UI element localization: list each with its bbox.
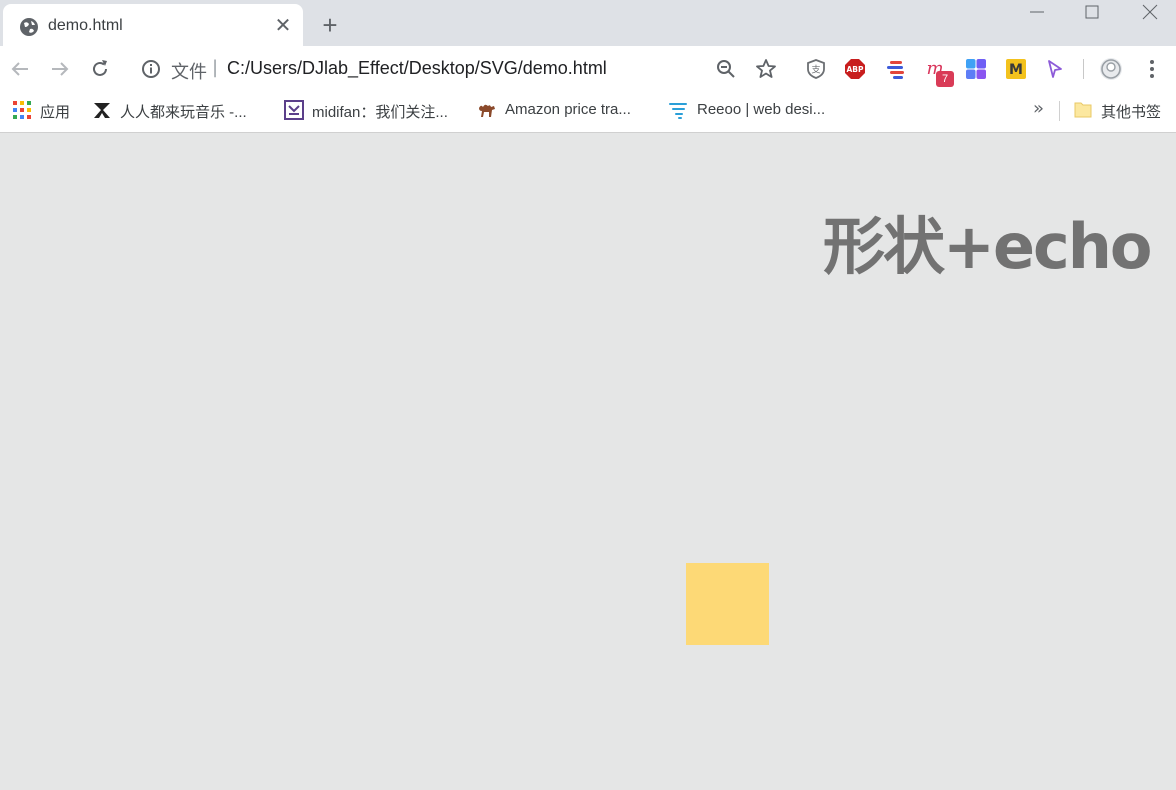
cursor-extension-icon[interactable] [1043,57,1067,81]
bookmark-label: 人人都来玩音乐 -... [120,104,247,121]
lines-extension-icon[interactable] [884,57,908,81]
bookmark-label: 应用 [40,104,71,121]
bookmark-label: midifan：我们关注... [312,104,448,121]
midifan-icon [284,100,304,120]
close-window-button[interactable] [1135,2,1165,22]
camel-icon [479,104,495,117]
bookmark-label: 其他书签 [1101,104,1162,121]
bookmarks-overflow-button[interactable]: » [1033,98,1044,119]
apps-grid-icon [13,101,31,119]
tab-demo[interactable]: demo.html ✕ [3,4,303,46]
reload-icon[interactable] [88,57,112,81]
browser-window: demo.html ✕ + 文件 | C:/Users/DJlab_Effect… [0,0,1176,790]
url-field[interactable]: C:/Users/DJlab_Effect/Desktop/SVG/demo.h… [227,58,607,79]
bookmarks-bar: 应用 人人都来玩音乐 -... midifan：我们关注... Amazon p… [0,92,1176,133]
new-tab-button[interactable]: + [317,12,343,38]
bookmark-label: Reeoo | web desi... [697,101,826,118]
svg-text:支: 支 [811,64,820,76]
zoom-out-icon[interactable] [714,57,738,81]
toolbar-divider [1083,59,1084,79]
folder-icon [1074,102,1092,118]
music-site-icon [94,103,110,118]
reeoo-icon [669,103,687,119]
m-yellow-extension-icon[interactable]: M [1004,57,1028,81]
adblock-extension-icon[interactable]: ABP [843,57,867,81]
menu-icon[interactable] [1140,57,1164,81]
animated-square [686,563,769,645]
maximize-button[interactable] [1077,2,1107,22]
tab-close-icon[interactable]: ✕ [273,15,293,35]
browser-toolbar: 文件 | C:/Users/DJlab_Effect/Desktop/SVG/d… [0,46,1176,92]
page-heading: 形状+echo [823,210,1152,283]
minimize-button[interactable] [1022,2,1052,22]
info-icon[interactable] [140,58,162,80]
bookmark-label: Amazon price tra... [505,101,631,118]
globe-icon [20,18,38,36]
star-icon[interactable] [754,57,778,81]
shield-extension-icon[interactable]: 支 [804,57,828,81]
svg-text:M: M [1009,62,1023,78]
tab-strip: demo.html ✕ + [0,0,1176,46]
grid-extension-icon[interactable] [964,57,988,81]
svg-text:ABP: ABP [846,65,864,74]
forward-icon[interactable] [48,57,72,81]
profile-avatar-icon[interactable] [1099,57,1123,81]
tab-title: demo.html [48,17,123,34]
omnibox-separator: | [212,57,219,78]
scheme-label: 文件 [171,62,207,83]
extension-badge: 7 [936,71,954,87]
bookmarks-divider [1059,101,1060,121]
page-content: 形状+echo [0,133,1176,790]
back-icon[interactable] [8,57,32,81]
